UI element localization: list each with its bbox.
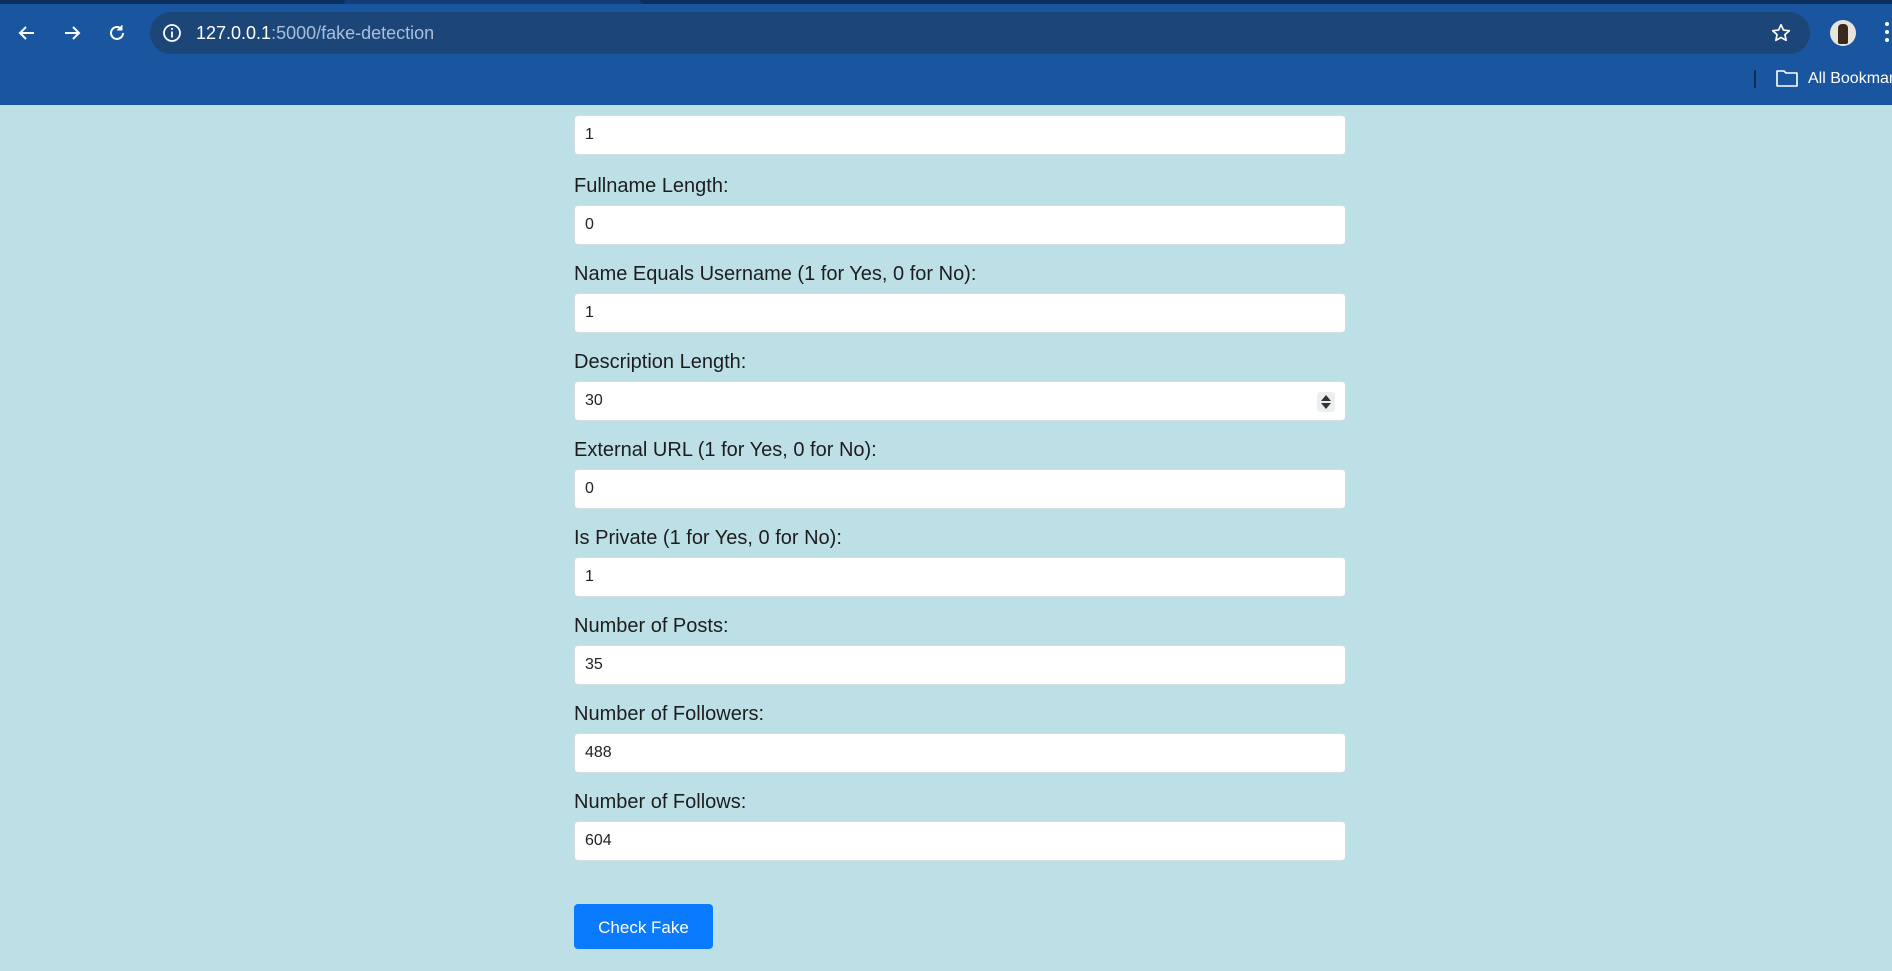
field-label: Description Length:: [574, 351, 747, 373]
bookmarks-bar: All Bookmarks: [0, 62, 1892, 105]
field-label: Number of Followers:: [574, 703, 765, 725]
field-number-of-posts: Number of Posts: 35: [574, 614, 1346, 685]
number-of-posts-input[interactable]: 35: [574, 645, 1346, 685]
field-external-url: External URL (1 for Yes, 0 for No): 0: [574, 438, 1346, 509]
check-fake-button[interactable]: Check Fake: [574, 904, 713, 949]
tab-left[interactable]: [0, 0, 345, 4]
arrow-left-icon: [18, 26, 34, 40]
field-description-length: Description Length: 30: [574, 350, 1346, 421]
field-number-of-followers: Number of Followers: 488: [574, 702, 1346, 773]
url-text[interactable]: 127.0.0.1:5000/fake-detection: [196, 23, 434, 43]
bookmarks-separator: [1754, 70, 1756, 88]
info-icon[interactable]: [162, 23, 182, 43]
field-label: Number of Follows:: [574, 791, 747, 813]
field-label: Name Equals Username (1 for Yes, 0 for N…: [574, 263, 977, 285]
field-label: Number of Posts:: [574, 615, 729, 637]
number-of-followers-input[interactable]: 488: [574, 733, 1346, 773]
name-equals-username-input[interactable]: 1: [574, 293, 1346, 333]
input-value: 1: [585, 568, 594, 585]
field-fullname-length: Fullname Length: 0: [574, 174, 1346, 245]
number-of-follows-input[interactable]: 604: [574, 821, 1346, 861]
arrow-right-icon: [65, 26, 81, 40]
input-value: 488: [585, 744, 612, 761]
field-label: Fullname Length:: [574, 175, 729, 197]
back-button[interactable]: [11, 17, 43, 49]
field-name-equals-username: Name Equals Username (1 for Yes, 0 for N…: [574, 262, 1346, 333]
browser-chrome: 127.0.0.1:5000/fake-detection All Bookma…: [0, 0, 1892, 105]
input-value: 35: [585, 656, 603, 673]
url-path: :5000/fake-detection: [271, 23, 435, 43]
url-host: 127.0.0.1: [196, 23, 272, 43]
field-is-private: Is Private (1 for Yes, 0 for No): 1: [574, 526, 1346, 597]
folder-icon[interactable]: [1776, 69, 1798, 87]
input-value: 30: [585, 392, 603, 409]
is-private-input[interactable]: 1: [574, 557, 1346, 597]
field-label: External URL (1 for Yes, 0 for No):: [574, 439, 877, 461]
input-value: 0: [585, 216, 594, 233]
all-bookmarks-link[interactable]: All Bookmarks: [1808, 69, 1892, 89]
previous-input[interactable]: 1: [574, 115, 1346, 155]
input-value: 0: [585, 480, 594, 497]
fullname-length-input[interactable]: 0: [574, 205, 1346, 245]
address-bar[interactable]: 127.0.0.1:5000/fake-detection: [150, 12, 1810, 54]
page-content: 1 Fullname Length: 0 Name Equals Usernam…: [0, 105, 1892, 971]
field-number-of-follows: Number of Follows: 604: [574, 790, 1346, 861]
forward-button[interactable]: [56, 17, 88, 49]
number-spinner[interactable]: [1317, 392, 1335, 412]
reload-icon: [110, 25, 124, 40]
tab-right[interactable]: [640, 0, 1892, 4]
star-icon[interactable]: [1770, 22, 1792, 44]
input-value: 1: [585, 304, 594, 321]
description-length-input[interactable]: 30: [574, 381, 1346, 421]
reload-button[interactable]: [101, 17, 133, 49]
menu-icon[interactable]: [1882, 22, 1892, 46]
profile-avatar[interactable]: [1830, 20, 1856, 46]
input-value: 604: [585, 832, 612, 849]
field-label: Is Private (1 for Yes, 0 for No):: [574, 527, 842, 549]
field-previous: 1: [574, 115, 1346, 155]
input-value: 1: [585, 126, 594, 143]
external-url-input[interactable]: 0: [574, 469, 1346, 509]
